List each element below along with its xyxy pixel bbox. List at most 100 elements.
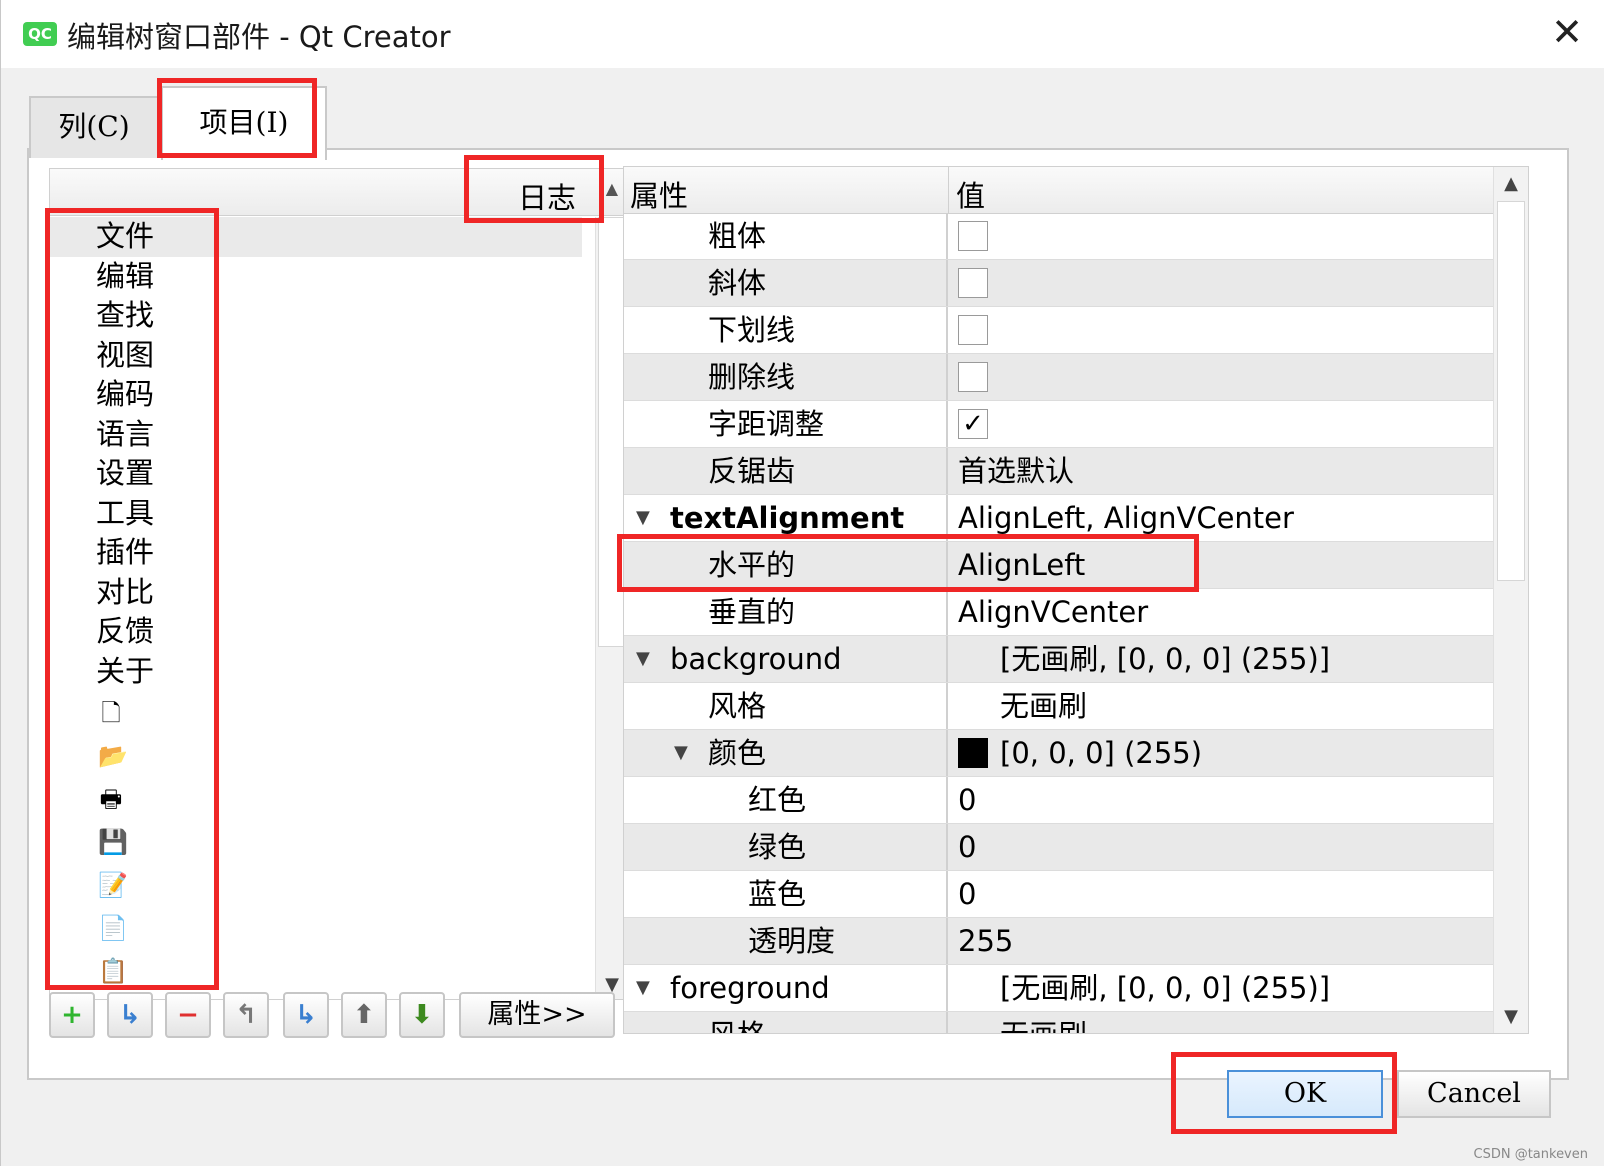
tree-item[interactable]: 插件: [50, 533, 582, 573]
tree-item[interactable]: 查找: [50, 296, 582, 336]
unchecked-checkbox[interactable]: [958, 268, 988, 298]
unchecked-checkbox[interactable]: [958, 221, 988, 251]
property-value[interactable]: 0: [958, 824, 1488, 870]
items-tree[interactable]: 日志 ▲ 文件 编辑 查找 视图 编码 语言 设置 工具 插件 对比 反馈 关于 🗋 📂 🖶 💾 📝 📄 📋 ▼: [49, 168, 629, 1000]
properties-toggle-button[interactable]: 属性>>: [459, 992, 615, 1038]
property-row[interactable]: ▼ textAlignment AlignLeft, AlignVCenter: [624, 495, 1494, 542]
add-item-button[interactable]: +: [49, 992, 95, 1038]
tree-item[interactable]: 编辑: [50, 257, 582, 297]
property-value[interactable]: 无画刷: [958, 1012, 1488, 1033]
tree-item[interactable]: 📂: [50, 734, 582, 777]
property-name-label: 斜体: [708, 266, 767, 300]
tree-item[interactable]: 🗋: [50, 691, 582, 734]
property-value[interactable]: [958, 213, 1488, 259]
property-value[interactable]: [958, 260, 1488, 306]
property-name-header[interactable]: 属性: [630, 173, 688, 215]
property-value[interactable]: 首选默认: [958, 448, 1488, 494]
property-value[interactable]: AlignVCenter: [958, 589, 1488, 635]
move-up-button[interactable]: ⬆: [341, 992, 387, 1038]
property-row[interactable]: 水平的 AlignLeft: [624, 542, 1494, 589]
expand-arrow-icon[interactable]: ▼: [636, 965, 650, 1011]
tree-item[interactable]: 关于: [50, 652, 582, 692]
property-value[interactable]: 255: [958, 918, 1488, 964]
tree-item[interactable]: 📄: [50, 906, 582, 949]
expand-arrow-icon[interactable]: ▼: [636, 495, 650, 541]
tab-items[interactable]: 项目(I): [161, 86, 327, 160]
property-row[interactable]: 粗体: [624, 213, 1494, 260]
property-value[interactable]: [0, 0, 0] (255): [958, 730, 1488, 776]
tree-item[interactable]: 工具: [50, 494, 582, 534]
tree-item[interactable]: 编码: [50, 375, 582, 415]
property-row[interactable]: 删除线: [624, 354, 1494, 401]
tree-item[interactable]: 📝: [50, 863, 582, 906]
property-value[interactable]: 无画刷: [958, 683, 1488, 729]
property-row[interactable]: ▼ foreground [无画刷, [0, 0, 0] (255)]: [624, 965, 1494, 1012]
property-row[interactable]: 斜体: [624, 260, 1494, 307]
property-row[interactable]: 蓝色 0: [624, 871, 1494, 918]
property-name-label: 下划线: [708, 313, 796, 347]
close-button[interactable]: ✕: [1529, 0, 1604, 68]
tree-item[interactable]: 文件: [50, 217, 582, 257]
property-value[interactable]: [958, 307, 1488, 353]
scrollbar-thumb[interactable]: [598, 217, 626, 647]
property-row[interactable]: 绿色 0: [624, 824, 1494, 871]
expand-arrow-icon[interactable]: ▼: [674, 730, 688, 776]
tree-item[interactable]: 对比: [50, 573, 582, 613]
tree-header[interactable]: 日志 ▲: [50, 169, 628, 216]
property-row[interactable]: 字距调整 ✓: [624, 401, 1494, 448]
property-row[interactable]: 红色 0: [624, 777, 1494, 824]
cancel-button[interactable]: Cancel: [1397, 1070, 1551, 1118]
property-row[interactable]: ▼ background [无画刷, [0, 0, 0] (255)]: [624, 636, 1494, 683]
property-value[interactable]: [无画刷, [0, 0, 0] (255)]: [958, 965, 1488, 1011]
property-row[interactable]: 垂直的 AlignVCenter: [624, 589, 1494, 636]
property-row[interactable]: ▼ 颜色 [0, 0, 0] (255): [624, 730, 1494, 777]
property-row[interactable]: 风格 无画刷: [624, 1012, 1494, 1033]
property-value[interactable]: 0: [958, 777, 1488, 823]
unchecked-checkbox[interactable]: [958, 315, 988, 345]
move-down-button[interactable]: ⬇: [399, 992, 445, 1038]
save-icon: 💾: [98, 827, 128, 856]
tree-column-header[interactable]: 日志: [518, 175, 576, 217]
tree-item[interactable]: 视图: [50, 336, 582, 376]
unchecked-checkbox[interactable]: [958, 362, 988, 392]
property-value-label: AlignLeft, AlignVCenter: [958, 501, 1294, 535]
property-row[interactable]: 风格 无画刷: [624, 683, 1494, 730]
dialog-window: QC 编辑树窗口部件 - Qt Creator ✕ 列(C) 项目(I) 日志 …: [0, 0, 1604, 1166]
property-row[interactable]: 反锯齿 首选默认: [624, 448, 1494, 495]
property-value[interactable]: 0: [958, 871, 1488, 917]
expand-arrow-icon[interactable]: ▼: [636, 636, 650, 682]
property-value-label: 255: [958, 924, 1014, 958]
add-subitem-button[interactable]: ↳: [107, 992, 153, 1038]
scroll-up-arrow-icon[interactable]: ▲: [1494, 173, 1528, 194]
scrollbar-thumb[interactable]: [1497, 201, 1525, 581]
move-left-button[interactable]: ↰: [223, 992, 269, 1038]
ok-button[interactable]: OK: [1227, 1070, 1383, 1118]
tree-item[interactable]: 语言: [50, 415, 582, 455]
tab-columns[interactable]: 列(C): [29, 96, 159, 158]
property-row[interactable]: 下划线: [624, 307, 1494, 354]
paste-icon: 📋: [98, 956, 128, 985]
add-subitem-icon: ↳: [119, 1000, 141, 1030]
property-value-label: 0: [958, 783, 977, 817]
property-vertical-scrollbar[interactable]: ▲ ▼: [1493, 167, 1528, 1033]
tree-item[interactable]: 🖶: [50, 777, 582, 820]
property-value[interactable]: AlignLeft, AlignVCenter: [958, 495, 1488, 541]
tree-item-list: 文件 编辑 查找 视图 编码 语言 设置 工具 插件 对比 反馈 关于 🗋 📂 🖶 💾 📝 📄 📋: [50, 217, 582, 992]
property-value[interactable]: [958, 354, 1488, 400]
property-value[interactable]: [无画刷, [0, 0, 0] (255)]: [958, 636, 1488, 682]
scroll-down-arrow-icon[interactable]: ▼: [1494, 1006, 1528, 1027]
checked-checkbox[interactable]: ✓: [958, 409, 988, 439]
property-name: ▼ background: [624, 636, 948, 682]
tree-item[interactable]: 反馈: [50, 612, 582, 652]
property-value[interactable]: ✓: [958, 401, 1488, 447]
remove-item-button[interactable]: −: [165, 992, 211, 1038]
property-value-label: AlignVCenter: [958, 595, 1149, 629]
move-right-button[interactable]: ↳: [283, 992, 329, 1038]
tree-item[interactable]: 📋: [50, 949, 582, 992]
tree-item[interactable]: 设置: [50, 454, 582, 494]
property-editor[interactable]: 属性 值 粗体斜体下划线删除线 字距调整 ✓ 反锯齿 首选默认 ▼ textAlignmen…: [623, 166, 1529, 1034]
property-value-header[interactable]: 值: [956, 173, 985, 215]
property-row[interactable]: 透明度 255: [624, 918, 1494, 965]
tree-item[interactable]: 💾: [50, 820, 582, 863]
property-value[interactable]: AlignLeft: [958, 542, 1488, 588]
